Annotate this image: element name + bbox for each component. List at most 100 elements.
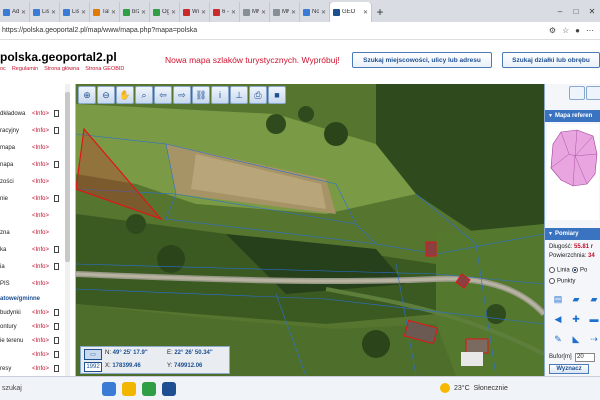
site-link-geobid[interactable]: Strona GEOBID — [85, 66, 124, 72]
favorites-icon[interactable]: ☆ — [562, 26, 569, 35]
store-icon[interactable] — [142, 381, 156, 396]
layer-legend-icon[interactable] — [54, 263, 59, 270]
tab-close-icon[interactable]: ✕ — [51, 9, 56, 16]
close-window-button[interactable]: ✕ — [584, 7, 600, 16]
layer-info-link[interactable]: <Info> — [32, 196, 49, 202]
back-tool[interactable]: ⇦ — [154, 86, 172, 104]
layer-row[interactable]: nie <Info> — [0, 191, 64, 209]
menu-icon[interactable]: ⋯ — [586, 26, 594, 35]
tab-close-icon[interactable]: ✕ — [201, 9, 206, 16]
search-address-button[interactable]: Szukaj miejscowości, ulicy lub adresu — [352, 52, 492, 68]
add-point-icon[interactable]: ✚ — [571, 314, 581, 324]
layer-info-link[interactable]: <Info> — [32, 162, 49, 168]
layer-legend-icon[interactable] — [54, 127, 59, 134]
arrow-left-icon[interactable]: ◀ — [553, 314, 563, 324]
browser-tab[interactable]: Tablic✕ — [90, 2, 120, 22]
camera-tool[interactable]: ■ — [268, 86, 286, 104]
determine-button[interactable]: Wyznacz — [549, 364, 589, 374]
layer-row[interactable]: zości <Info> — [0, 174, 64, 192]
tab-close-icon[interactable]: ✕ — [171, 9, 176, 16]
site-link-regulamin[interactable]: Regulamin — [12, 66, 38, 72]
layer-row[interactable]: mapa <Info> — [0, 140, 64, 158]
folder-open-icon[interactable]: ▰ — [571, 294, 581, 304]
layers-scrollbar-thumb[interactable] — [65, 92, 70, 262]
browser-tab[interactable]: MMS✕ — [240, 2, 270, 22]
minus-icon[interactable]: ▬ — [589, 314, 599, 324]
layer-info-link[interactable]: <Info> — [32, 230, 49, 236]
new-tab-button[interactable]: + — [372, 2, 388, 22]
layer-legend-icon[interactable] — [54, 351, 59, 358]
minimize-button[interactable]: – — [552, 7, 568, 16]
browser-tab[interactable]: Now✕ — [300, 2, 330, 22]
measurements-header[interactable]: ▼ Pomiary — [545, 228, 600, 240]
pan-tool[interactable]: ✋ — [116, 86, 134, 104]
layer-row[interactable]: racyjny <Info> — [0, 123, 64, 141]
layer-info-link[interactable]: <Info> — [32, 264, 49, 270]
option-points[interactable]: Punkty — [549, 278, 575, 285]
tab-close-icon[interactable]: ✕ — [321, 9, 326, 16]
layer-row[interactable]: napa <Info> — [0, 157, 64, 175]
layer-info-link[interactable]: <Info> — [32, 338, 49, 344]
layer-info-link[interactable]: <Info> — [32, 281, 49, 287]
tab-close-icon[interactable]: ✕ — [261, 9, 266, 16]
site-link-oc[interactable]: oc — [0, 66, 6, 72]
reference-map-header[interactable]: ▼ Mapa referen — [545, 110, 600, 122]
zoom-out-tool[interactable]: ⊖ — [97, 86, 115, 104]
browser-tab[interactable]: MMS✕ — [270, 2, 300, 22]
print-tool[interactable]: ⎙ — [249, 86, 267, 104]
site-title[interactable]: polska.geoportal2.pl — [0, 50, 117, 64]
tab-close-icon[interactable]: ✕ — [363, 9, 368, 16]
tab-close-icon[interactable]: ✕ — [291, 9, 296, 16]
browser-tab[interactable]: Wirtu✕ — [180, 2, 210, 22]
promo-link[interactable]: Nowa mapa szlaków turystycznych. Wypróbu… — [165, 55, 340, 65]
taskbar-search[interactable]: szukaj — [2, 385, 102, 392]
browser-tab[interactable]: GEO ✕ — [330, 2, 372, 22]
coordinate-system-year[interactable]: 1992 — [84, 362, 102, 372]
option-line[interactable]: Linia — [549, 267, 570, 274]
site-link-home[interactable]: Strona główna — [44, 66, 79, 72]
layer-legend-icon[interactable] — [54, 246, 59, 253]
search-parcel-button[interactable]: Szukaj działki lub obrębu — [502, 52, 600, 68]
tab-close-icon[interactable]: ✕ — [111, 9, 116, 16]
layer-info-link[interactable]: <Info> — [32, 324, 49, 330]
layer-info-link[interactable]: <Info> — [32, 111, 49, 117]
coordinate-system-icon[interactable]: ▭ — [84, 349, 102, 360]
link-tool[interactable]: ⛓ — [192, 86, 210, 104]
edit-icon[interactable]: ✎ — [553, 334, 563, 344]
layers-section-title[interactable]: atowe/gminne — [0, 296, 40, 302]
layer-row[interactable]: PIS <Info> — [0, 276, 64, 294]
forward-tool[interactable]: ⇨ — [173, 86, 191, 104]
profile-icon[interactable]: ● — [575, 26, 580, 35]
save-icon[interactable]: ▰ — [589, 294, 599, 304]
tab-close-icon[interactable]: ✕ — [141, 9, 146, 16]
buffer-input[interactable]: 20 — [575, 353, 595, 362]
radio-polygon[interactable] — [572, 267, 578, 273]
panel-toggle-button[interactable] — [586, 86, 600, 100]
browser-tab[interactable]: 6 - W✕ — [210, 2, 240, 22]
info-tool[interactable]: i — [211, 86, 229, 104]
browser-tab[interactable]: brzo✕ — [120, 2, 150, 22]
browser-tab[interactable]: Lista✕ — [30, 2, 60, 22]
layer-info-link[interactable]: <Info> — [32, 179, 49, 185]
file-explorer-icon[interactable] — [122, 381, 136, 396]
map-view[interactable]: ⊕ ⊖ ✋ ⌕ ⇦ ⇨ ⛓ i ⊥ ⎙ ■ ▭ 1992 N: 49° 25' 17.9" E: 2… — [76, 84, 544, 376]
shape-icon[interactable]: ◣ — [571, 334, 581, 344]
tab-close-icon[interactable]: ✕ — [231, 9, 236, 16]
weather-widget[interactable]: 23°C Słonecznie — [440, 383, 508, 393]
layer-info-link[interactable]: <Info> — [32, 128, 49, 134]
option-polygon[interactable]: Po — [572, 267, 587, 274]
reference-map[interactable] — [547, 124, 599, 220]
url-field[interactable]: https://polska.geoportal2.pl/map/www/map… — [2, 27, 549, 34]
tab-close-icon[interactable]: ✕ — [21, 9, 26, 16]
building[interactable] — [425, 241, 437, 257]
move-icon[interactable]: ⇢ — [589, 334, 599, 344]
browser-tab[interactable]: Adres✕ — [0, 2, 30, 22]
layer-row[interactable]: dkładowa <Info> — [0, 106, 64, 124]
layer-row[interactable]: <Info> — [0, 208, 64, 226]
layer-info-link[interactable]: <Info> — [32, 366, 49, 372]
layer-info-link[interactable]: <Info> — [32, 352, 49, 358]
layer-row[interactable]: zna <Info> — [0, 225, 64, 243]
measure-tool[interactable]: ⊥ — [230, 86, 248, 104]
browser-tab[interactable]: Lista✕ — [60, 2, 90, 22]
zoom-in-tool[interactable]: ⊕ — [78, 86, 96, 104]
